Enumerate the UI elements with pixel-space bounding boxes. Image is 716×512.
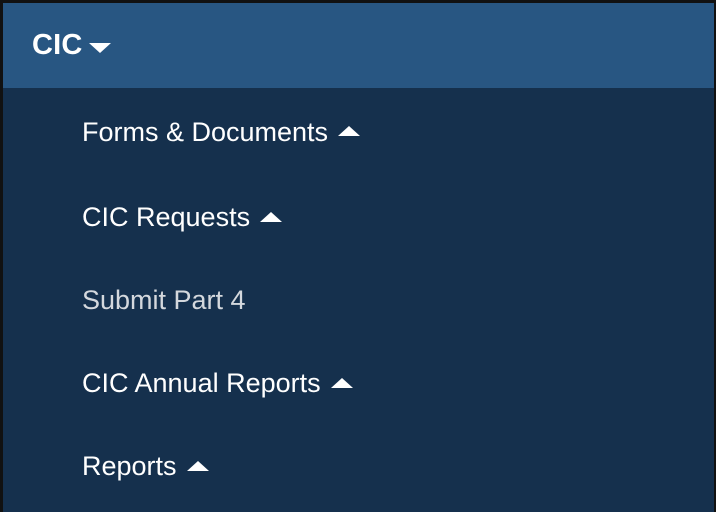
menu-item-cic-annual-reports[interactable]: CIC Annual Reports: [3, 342, 714, 425]
menu-item-label: Reports: [82, 451, 177, 481]
menu-item-label: CIC Requests: [82, 202, 251, 232]
caret-up-icon: [330, 377, 353, 388]
menu-header-cic[interactable]: CIC: [3, 3, 714, 88]
menu-list: Forms & Documents CIC Requests Submit Pa…: [3, 88, 714, 508]
caret-up-icon: [186, 460, 209, 471]
menu-item-label: CIC Annual Reports: [82, 368, 321, 398]
menu-item-label: Forms & Documents: [82, 116, 329, 147]
caret-down-icon: [88, 42, 111, 53]
dropdown-menu: CIC Forms & Documents CIC Requests Submi…: [0, 0, 716, 512]
menu-item-forms-documents[interactable]: Forms & Documents: [3, 88, 714, 176]
menu-item-reports[interactable]: Reports: [3, 425, 714, 508]
menu-item-submit-part-4[interactable]: Submit Part 4: [3, 259, 714, 342]
menu-header-label: CIC: [32, 29, 83, 61]
caret-up-icon: [338, 126, 361, 136]
menu-item-label: Submit Part 4: [82, 285, 246, 315]
menu-item-cic-requests[interactable]: CIC Requests: [3, 176, 714, 259]
caret-up-icon: [260, 211, 283, 222]
